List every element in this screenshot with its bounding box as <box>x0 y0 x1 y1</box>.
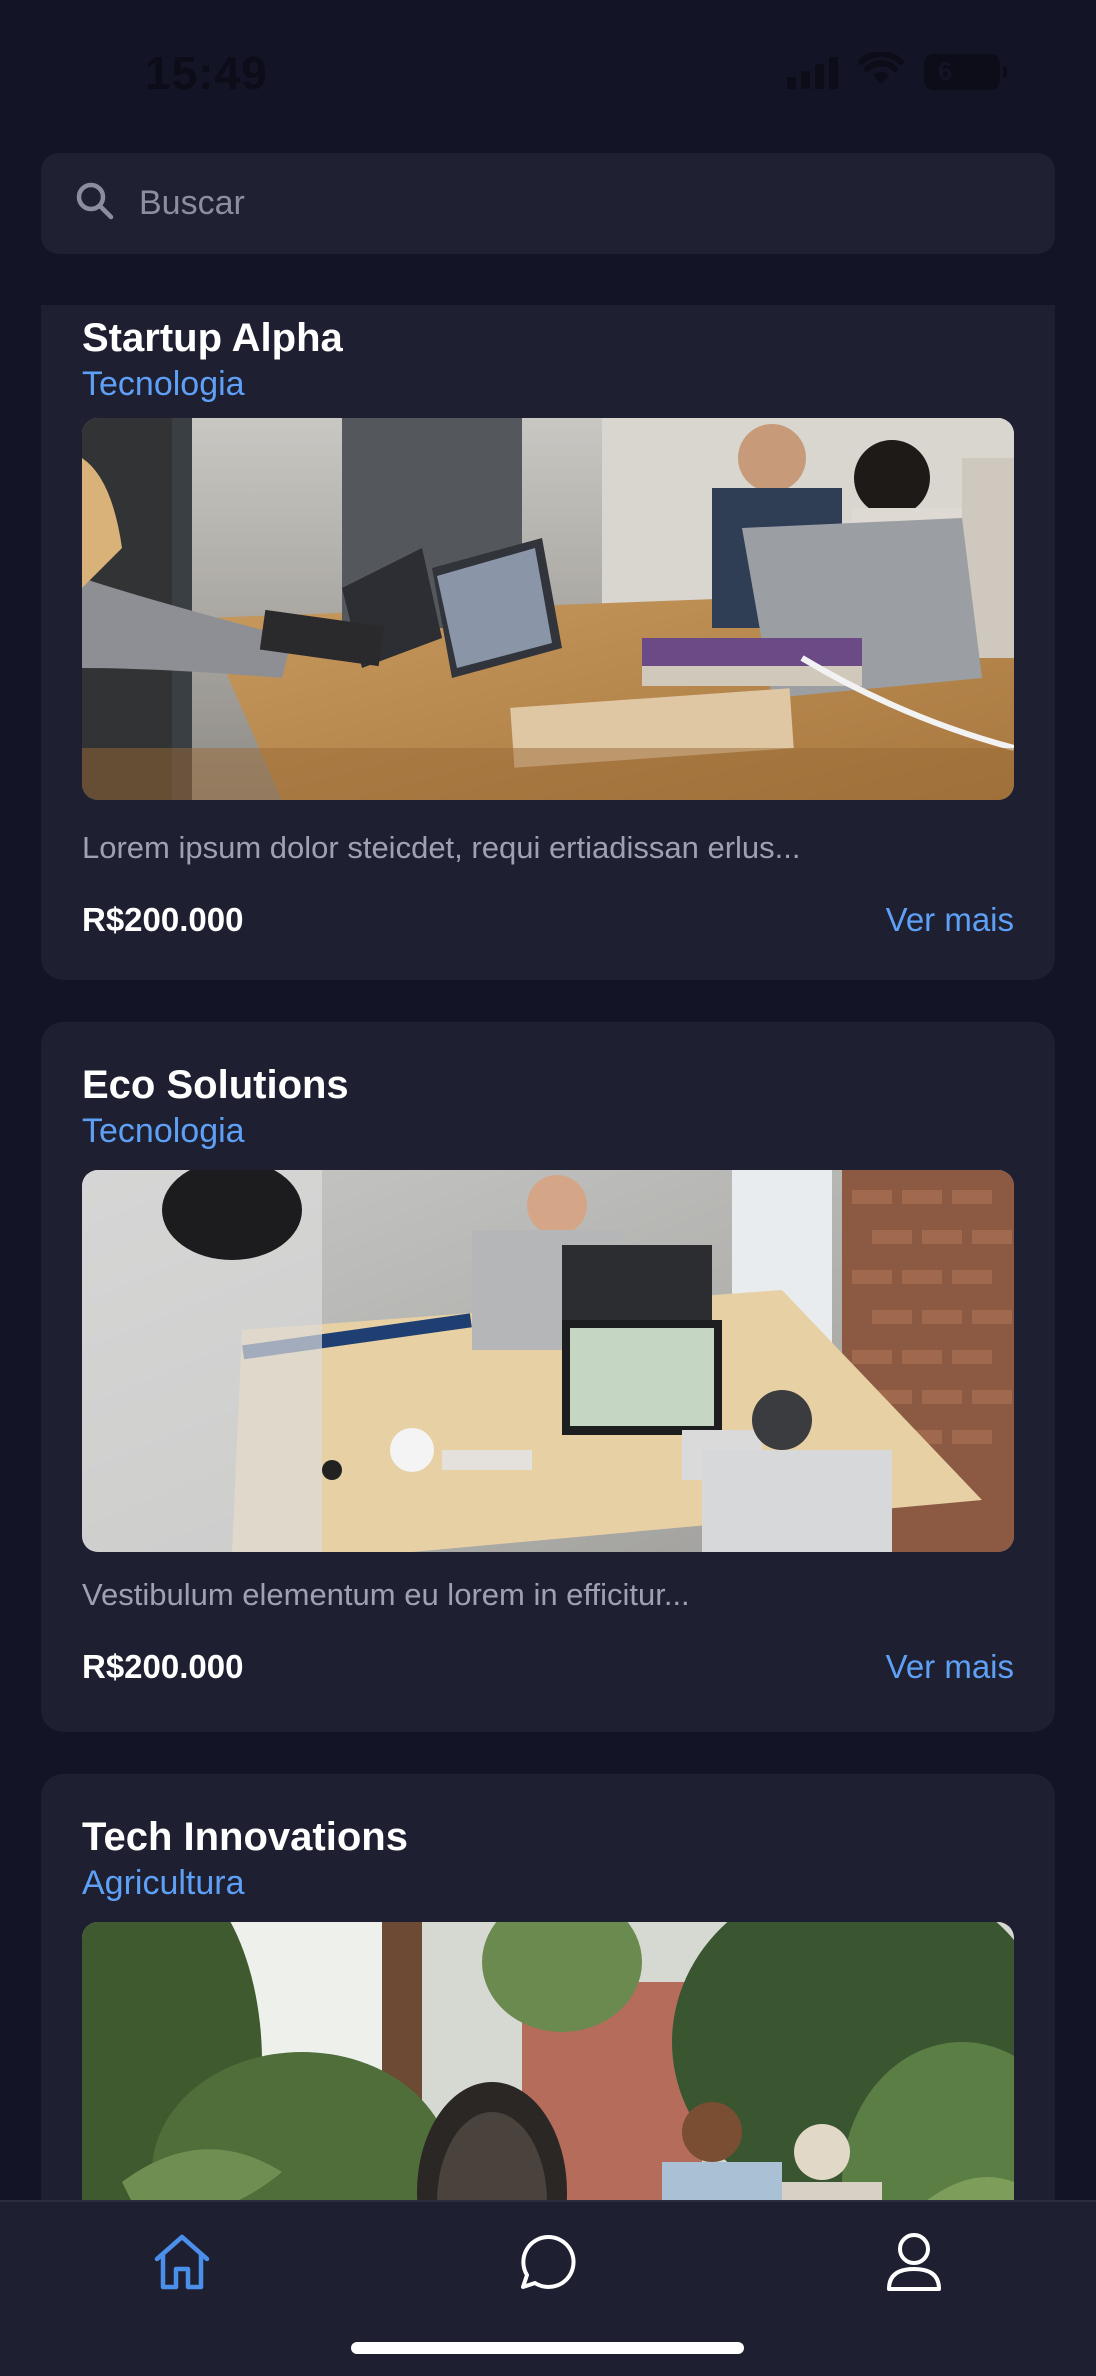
see-more-link[interactable]: Ver mais <box>886 901 1014 939</box>
card-title: Eco Solutions <box>82 1063 349 1107</box>
card-title: Tech Innovations <box>82 1815 408 1859</box>
card-image <box>82 1922 1014 2201</box>
tab-home[interactable] <box>146 2228 218 2300</box>
startup-list[interactable]: Startup Alpha Tecnologia Lorem ipsum dol… <box>0 305 1096 2201</box>
chat-icon <box>518 2232 578 2297</box>
wifi-icon <box>858 51 904 91</box>
card-description: Lorem ipsum dolor steicdet, requi ertiad… <box>82 830 801 865</box>
battery-level: 6 <box>938 56 953 86</box>
card-price: R$200.000 <box>82 1648 244 1685</box>
home-indicator <box>351 2342 744 2354</box>
tab-chat[interactable] <box>512 2228 584 2300</box>
startup-card[interactable]: Tech Innovations Agricultura <box>41 1774 1055 2201</box>
search-input[interactable] <box>139 184 999 223</box>
status-time: 15:49 <box>145 47 268 99</box>
status-icons: 6 <box>787 51 1007 91</box>
card-category: Tecnologia <box>82 1112 245 1150</box>
card-image <box>82 418 1014 800</box>
card-description: Vestibulum elementum eu lorem in efficit… <box>82 1577 690 1612</box>
status-bar: 15:49 6 <box>0 0 1096 140</box>
card-price: R$200.000 <box>82 901 244 938</box>
search-icon <box>75 181 115 226</box>
card-title: Startup Alpha <box>82 316 343 360</box>
card-image <box>82 1170 1014 1552</box>
tab-profile[interactable] <box>878 2228 950 2300</box>
startup-card[interactable]: Startup Alpha Tecnologia Lorem ipsum dol… <box>41 305 1055 980</box>
startup-card[interactable]: Eco Solutions Tecnologia Vestibulum elem… <box>41 1022 1055 1732</box>
card-category: Tecnologia <box>82 365 245 403</box>
cellular-signal-icon <box>787 55 838 89</box>
search-bar[interactable] <box>41 153 1055 254</box>
see-more-link[interactable]: Ver mais <box>886 1648 1014 1686</box>
battery-icon: 6 <box>924 53 1007 90</box>
home-icon <box>151 2231 213 2298</box>
card-category: Agricultura <box>82 1864 245 1902</box>
user-icon <box>885 2231 943 2298</box>
